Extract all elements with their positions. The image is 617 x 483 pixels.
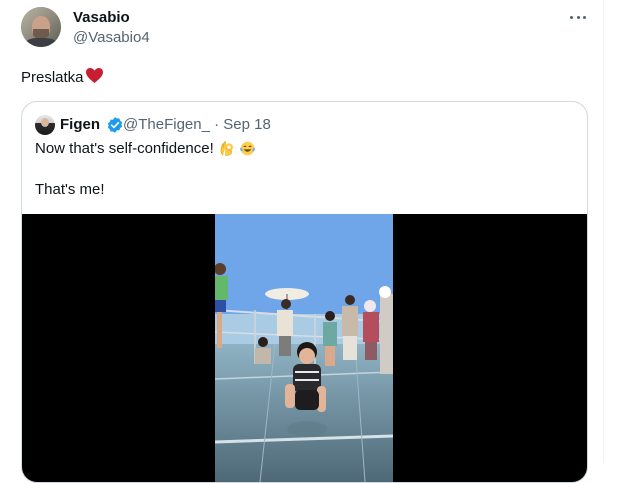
verified-badge-icon: [107, 117, 123, 133]
quoted-text-line1: Now that's self-confidence!: [35, 140, 214, 157]
quoted-author-handle[interactable]: @TheFigen_: [123, 116, 210, 133]
quoted-author-avatar[interactable]: [35, 115, 55, 135]
quoted-tweet-text: Now that's self-confidence!: [35, 140, 256, 157]
video-still-image: [215, 214, 393, 482]
tweet-text: Preslatka: [21, 67, 104, 88]
video-player[interactable]: [22, 214, 587, 482]
timeline-border: [603, 0, 604, 463]
tears-of-joy-icon: [240, 141, 255, 156]
author-handle[interactable]: @Vasabio4: [73, 29, 150, 46]
meta-separator: ·: [214, 116, 220, 133]
more-options-icon[interactable]: [568, 7, 588, 27]
quoted-author-meta[interactable]: @TheFigen_ · Sep 18: [123, 116, 271, 133]
author-name[interactable]: Vasabio: [73, 9, 130, 26]
quoted-tweet-card[interactable]: Figen @TheFigen_ · Sep 18 Now that's sel…: [21, 101, 588, 483]
quoted-text-line2: That's me!: [35, 181, 105, 198]
ok-hand-icon: [220, 141, 233, 157]
tweet-text-content: Preslatka: [21, 69, 84, 86]
quoted-tweet-date[interactable]: Sep 18: [223, 116, 271, 133]
video-frame[interactable]: [215, 214, 393, 482]
author-avatar[interactable]: [21, 7, 61, 47]
heart-icon: [85, 67, 104, 88]
quoted-author-name[interactable]: Figen: [60, 116, 100, 133]
